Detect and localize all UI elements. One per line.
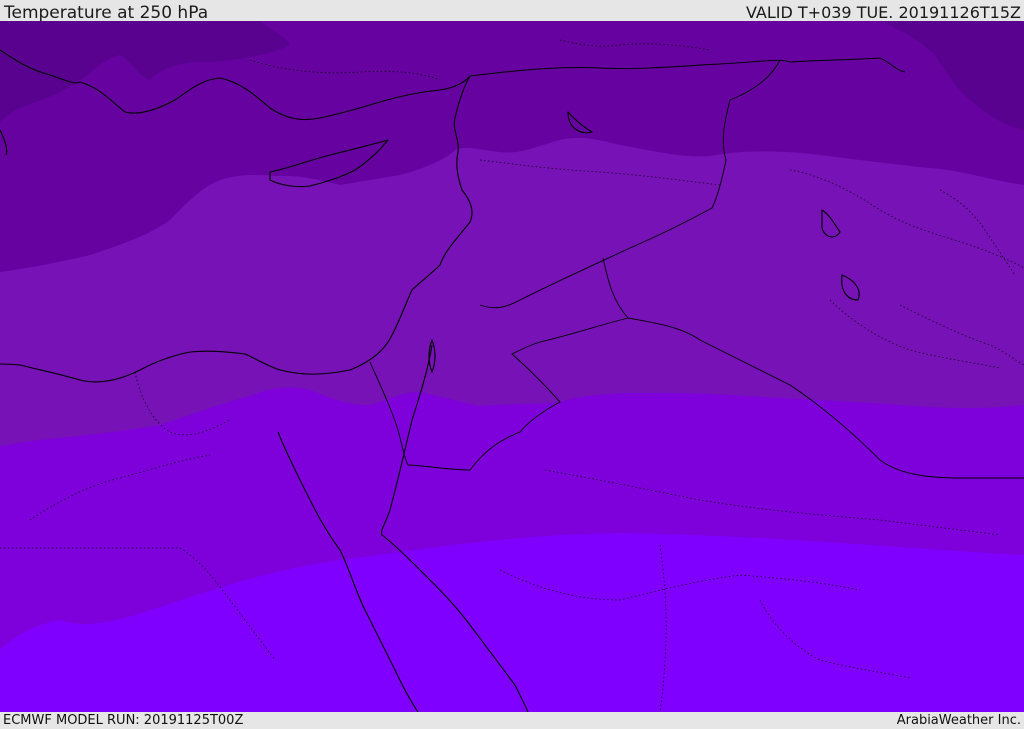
- map-canvas: [0, 21, 1024, 712]
- header-bar: Temperature at 250 hPa VALID T+039 TUE. …: [0, 0, 1024, 23]
- map-title: Temperature at 250 hPa: [4, 3, 209, 23]
- credit-label: ArabiaWeather Inc.: [896, 713, 1021, 728]
- footer-bar: ECMWF MODEL RUN: 20191125T00Z ArabiaWeat…: [0, 712, 1024, 729]
- temperature-map[interactable]: [0, 21, 1024, 712]
- valid-time: VALID T+039 TUE. 20191126T15Z: [745, 3, 1021, 22]
- model-run-label: ECMWF MODEL RUN: 20191125T00Z: [3, 713, 244, 728]
